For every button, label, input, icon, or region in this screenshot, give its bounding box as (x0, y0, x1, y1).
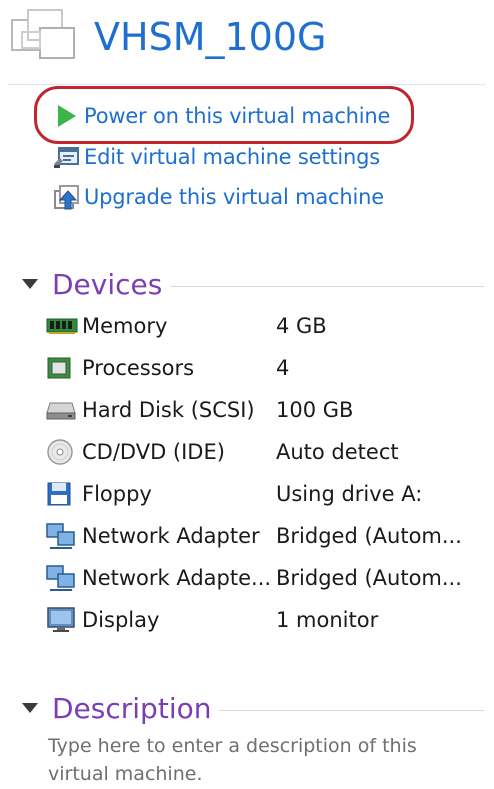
device-name: Processors (82, 356, 195, 380)
device-name: CD/DVD (IDE) (82, 440, 225, 464)
network-adapter-icon (46, 521, 82, 551)
device-row-floppy[interactable]: Floppy Using drive A: (46, 475, 486, 513)
device-row-processors[interactable]: Processors 4 (46, 349, 486, 387)
network-adapter-icon (46, 563, 82, 593)
section-divider (219, 709, 484, 711)
upgrade-link[interactable]: Upgrade this virtual machine (48, 181, 384, 213)
collapse-caret-icon[interactable] (22, 703, 38, 713)
upgrade-icon (48, 182, 84, 212)
device-row-display[interactable]: Display 1 monitor (46, 601, 486, 639)
floppy-icon (46, 479, 82, 509)
power-on-link[interactable]: Power on this virtual machine (48, 100, 390, 132)
description-title: Description (52, 691, 212, 725)
section-divider (170, 285, 484, 287)
upgrade-label: Upgrade this virtual machine (84, 185, 384, 209)
memory-icon (46, 311, 82, 341)
devices-title: Devices (52, 267, 163, 301)
device-name: Floppy (82, 482, 152, 506)
device-value: Auto detect (276, 440, 399, 464)
collapse-caret-icon[interactable] (22, 279, 38, 289)
device-name: Memory (82, 314, 168, 338)
cd-dvd-icon (46, 437, 82, 467)
hard-disk-icon (46, 395, 82, 425)
device-name: Network Adapte... (82, 566, 272, 590)
device-value: Bridged (Autom... (276, 566, 462, 590)
device-row-network-adapter-2[interactable]: Network Adapte... Bridged (Autom... (46, 559, 486, 597)
edit-settings-link[interactable]: Edit virtual machine settings (48, 141, 380, 173)
device-value: 4 GB (276, 314, 327, 338)
vm-title: VHSM_100G (94, 15, 327, 59)
devices-section-header[interactable]: Devices (22, 264, 484, 304)
edit-settings-label: Edit virtual machine settings (84, 145, 381, 169)
device-row-cd-dvd[interactable]: CD/DVD (IDE) Auto detect (46, 433, 486, 471)
device-value: 4 (276, 356, 290, 380)
device-value: Using drive A: (276, 482, 423, 506)
device-row-hard-disk[interactable]: Hard Disk (SCSI) 100 GB (46, 391, 486, 429)
processor-icon (46, 353, 82, 383)
device-name: Display (82, 608, 160, 632)
device-row-network-adapter[interactable]: Network Adapter Bridged (Autom... (46, 517, 486, 555)
description-section-header[interactable]: Description (22, 688, 484, 728)
settings-icon (48, 142, 84, 172)
virtual-machine-icon (10, 6, 80, 68)
device-value: 1 monitor (276, 608, 379, 632)
device-row-memory[interactable]: Memory 4 GB (46, 307, 486, 345)
device-value: 100 GB (276, 398, 354, 422)
device-name: Network Adapter (82, 524, 260, 548)
header-divider (8, 84, 486, 85)
power-on-label: Power on this virtual machine (84, 104, 391, 128)
device-value: Bridged (Autom... (276, 524, 462, 548)
device-name: Hard Disk (SCSI) (82, 398, 255, 422)
play-icon (48, 101, 84, 131)
description-input[interactable]: Type here to enter a description of this… (48, 732, 468, 788)
display-icon (46, 605, 82, 635)
